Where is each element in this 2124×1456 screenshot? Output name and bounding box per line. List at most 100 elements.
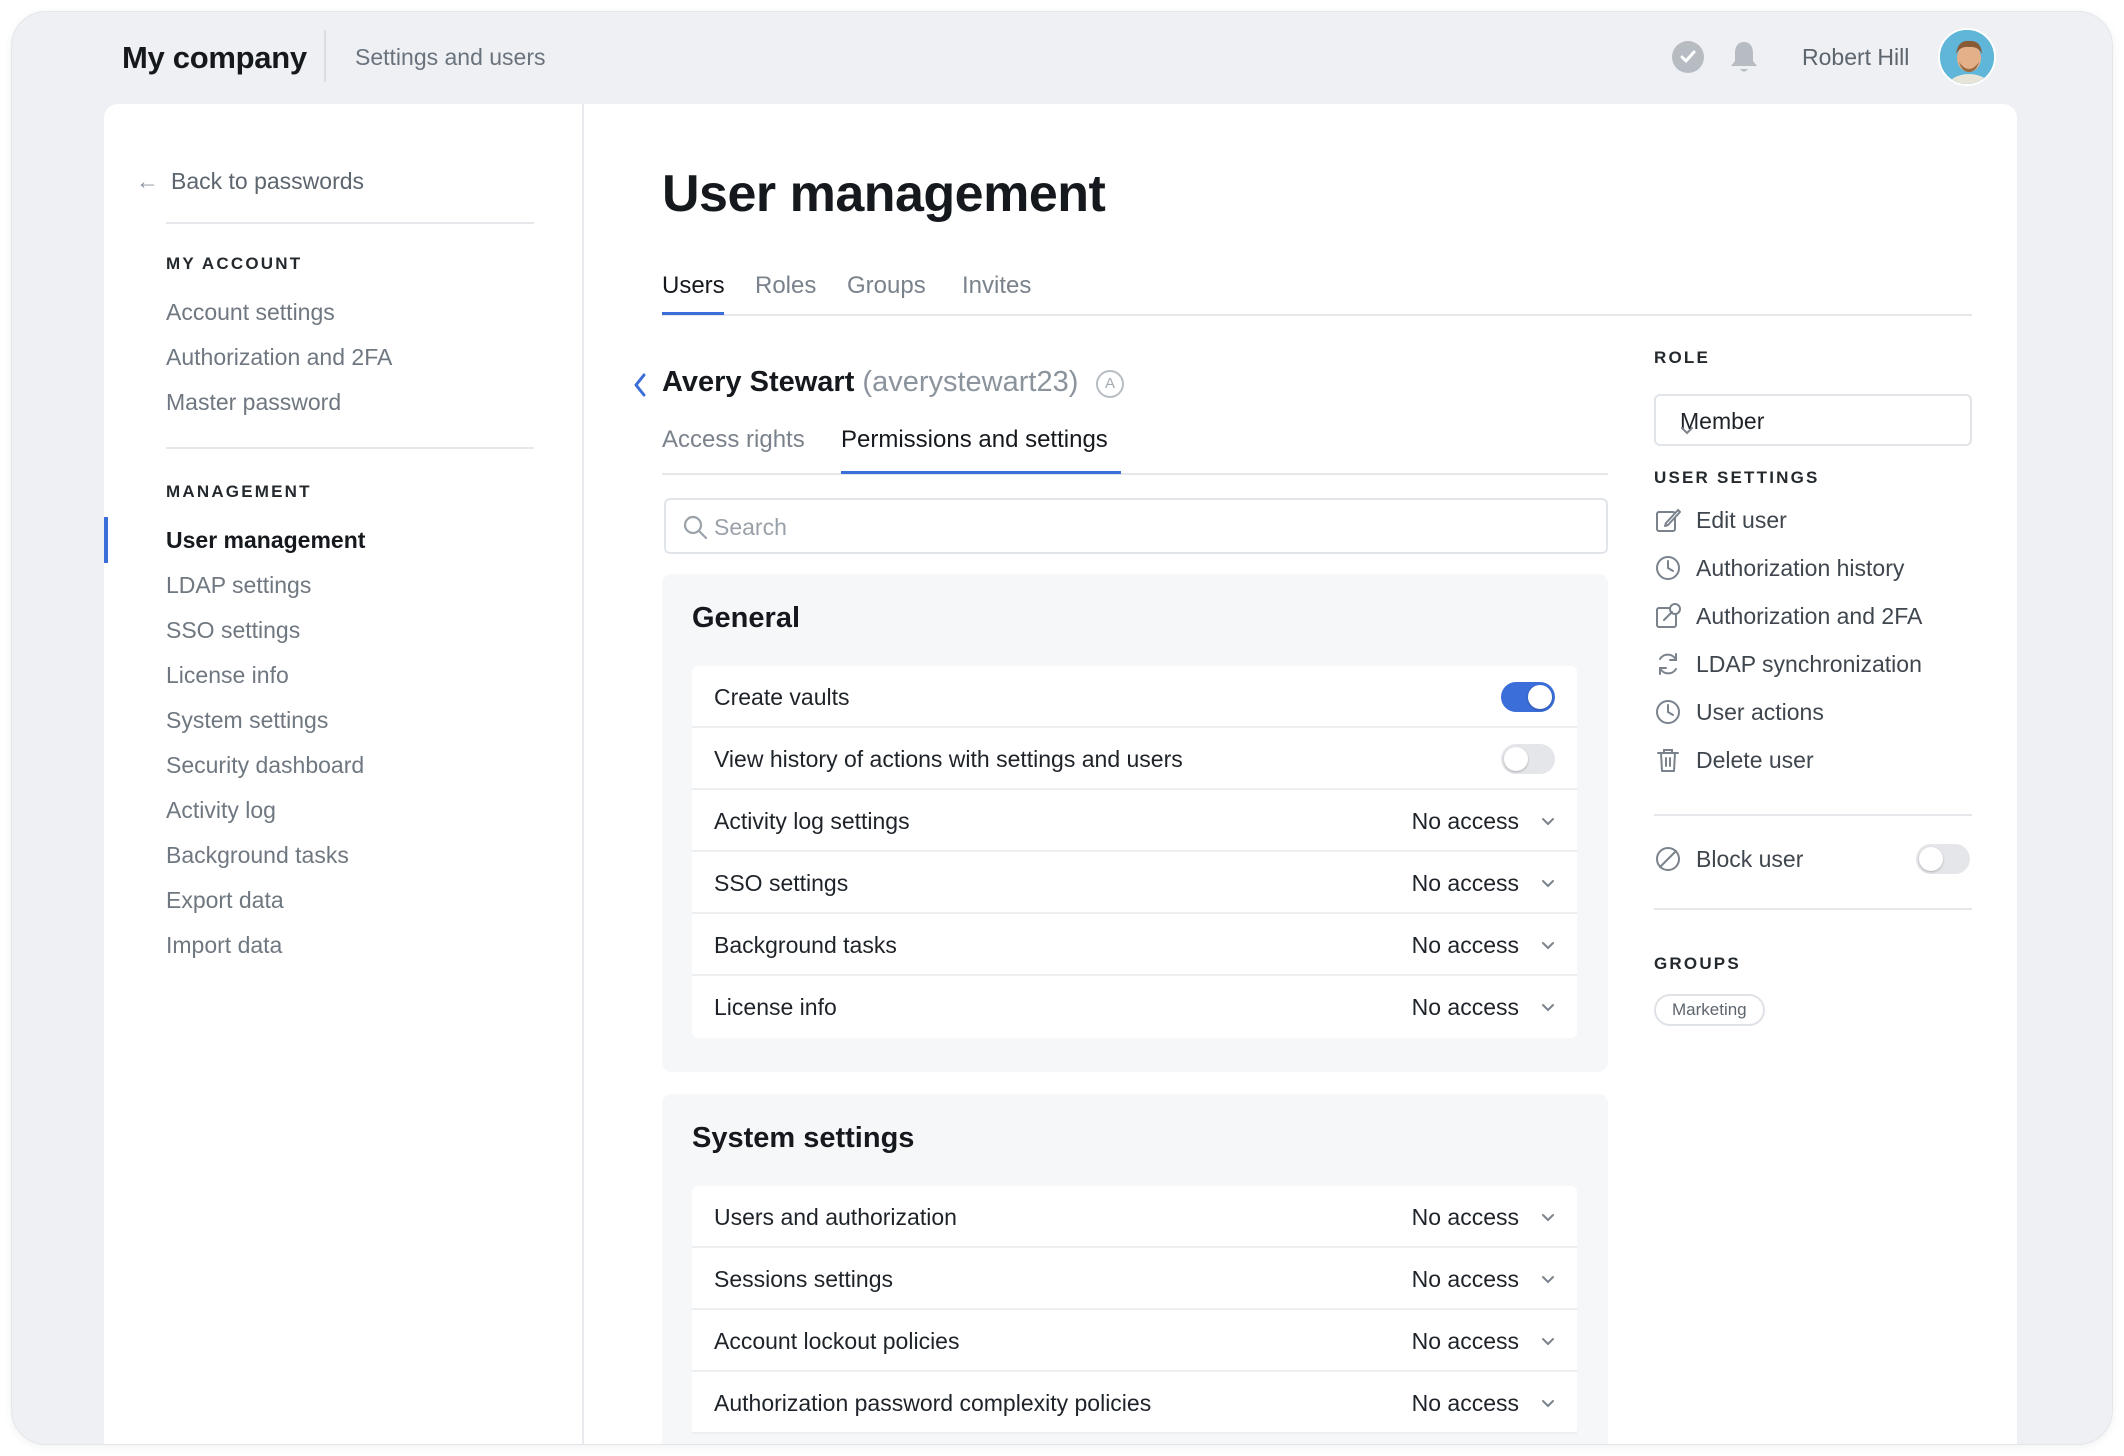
sidebar-item-background-tasks[interactable]: Background tasks [166, 842, 349, 869]
sidebar-item-master-password[interactable]: Master password [166, 389, 341, 416]
permission-value[interactable]: No access [1412, 1390, 1519, 1417]
permission-label: Account lockout policies [714, 1328, 960, 1354]
permission-value[interactable]: No access [1412, 1266, 1519, 1293]
right-divider [1654, 908, 1972, 910]
create-vaults-toggle[interactable] [1501, 682, 1555, 712]
sidebar-item-sso-settings[interactable]: SSO settings [166, 617, 300, 644]
sidebar-item-system-settings[interactable]: System settings [166, 707, 328, 734]
permission-row[interactable]: SSO settings No access [692, 852, 1577, 914]
permission-value[interactable]: No access [1412, 994, 1519, 1021]
content-card: ← Back to passwords MY ACCOUNT Account s… [104, 104, 2017, 1444]
management-title: MANAGEMENT [166, 482, 312, 501]
sidebar-item-export-data[interactable]: Export data [166, 887, 284, 914]
delete-user-label: Delete user [1696, 746, 1814, 773]
user-name[interactable]: Robert Hill [1802, 44, 1909, 71]
permission-row[interactable]: Background tasks No access [692, 914, 1577, 976]
search-icon [682, 514, 708, 545]
permission-label: View history of actions with settings an… [714, 746, 1183, 772]
search-input[interactable] [714, 510, 1584, 544]
permission-row[interactable]: Sessions settings No access [692, 1248, 1577, 1310]
admin-badge-icon: A [1096, 370, 1124, 398]
ldap-sync-label: LDAP synchronization [1696, 650, 1922, 677]
permission-row[interactable]: Authorization password complexity polici… [692, 1372, 1577, 1434]
subtab-permissions-settings[interactable]: Permissions and settings [841, 426, 1108, 454]
permission-value[interactable]: No access [1412, 932, 1519, 959]
arrow-left-icon: ← [136, 168, 159, 194]
permission-label: Authorization password complexity polici… [714, 1390, 1152, 1416]
role-select[interactable]: Member [1654, 394, 1972, 446]
chevron-down-icon[interactable] [1541, 1396, 1555, 1414]
sidebar-item-ldap-settings[interactable]: LDAP settings [166, 572, 311, 599]
clock-icon [1656, 556, 1680, 580]
subtab-access-rights[interactable]: Access rights [662, 426, 805, 454]
system-rows: Users and authorization No access Sessio… [692, 1186, 1577, 1434]
permission-label: Create vaults [714, 684, 850, 710]
sidebar-item-authorization-2fa[interactable]: Authorization and 2FA [166, 344, 392, 371]
permission-value[interactable]: No access [1412, 808, 1519, 835]
sidebar-item-activity-log[interactable]: Activity log [166, 797, 276, 824]
permission-row: Create vaults [692, 666, 1577, 728]
sidebar-item-security-dashboard[interactable]: Security dashboard [166, 752, 364, 779]
sidebar-item-user-management[interactable]: User management [166, 527, 365, 554]
role-title: ROLE [1654, 348, 1711, 367]
user-settings-title: USER SETTINGS [1654, 468, 1820, 487]
company-name[interactable]: My company [122, 40, 307, 76]
delete-user-link[interactable]: Delete user [1654, 742, 1814, 778]
sidebar: ← Back to passwords MY ACCOUNT Account s… [104, 104, 584, 1444]
user-actions-label: User actions [1696, 698, 1824, 725]
authorization-2fa-label: Authorization and 2FA [1696, 602, 1923, 629]
bell-icon[interactable] [1728, 39, 1760, 75]
block-user-toggle[interactable] [1916, 844, 1970, 874]
tab-invites[interactable]: Invites [962, 272, 1031, 300]
authorization-history-label: Authorization history [1696, 554, 1905, 581]
chevron-down-icon[interactable] [1541, 876, 1555, 894]
sidebar-divider [166, 222, 534, 224]
permission-label: License info [714, 994, 837, 1020]
block-user-label: Block user [1696, 845, 1804, 872]
system-settings-title: System settings [692, 1122, 915, 1154]
subtab-active-underline [841, 471, 1121, 474]
sidebar-item-license-info[interactable]: License info [166, 662, 289, 689]
system-settings-panel: System settings Users and authorization … [662, 1094, 1608, 1444]
back-to-passwords-link[interactable]: ← Back to passwords [136, 168, 364, 195]
chevron-down-icon[interactable] [1541, 814, 1555, 832]
avatar[interactable] [1938, 28, 1996, 86]
tab-roles[interactable]: Roles [755, 272, 816, 300]
edit-user-link[interactable]: Edit user [1654, 502, 1787, 538]
toggle-knob [1919, 847, 1943, 871]
back-label: Back to passwords [171, 168, 365, 194]
chevron-down-icon[interactable] [1541, 1000, 1555, 1018]
top-bar: My company Settings and users Robert Hil… [12, 12, 2112, 104]
sidebar-item-import-data[interactable]: Import data [166, 932, 282, 959]
permission-label: Users and authorization [714, 1204, 957, 1230]
view-history-toggle[interactable] [1501, 744, 1555, 774]
external-link-icon [1656, 603, 1681, 628]
user-actions-link[interactable]: User actions [1654, 694, 1824, 730]
tab-groups[interactable]: Groups [847, 272, 926, 300]
chevron-down-icon[interactable] [1541, 1210, 1555, 1228]
sidebar-item-account-settings[interactable]: Account settings [166, 299, 335, 326]
tab-users[interactable]: Users [662, 272, 725, 300]
permission-label: Sessions settings [714, 1266, 893, 1292]
toggle-knob [1504, 747, 1528, 771]
chevron-down-icon[interactable] [1541, 1334, 1555, 1352]
clock-icon [1656, 700, 1680, 724]
permission-row[interactable]: Activity log settings No access [692, 790, 1577, 852]
general-panel: General Create vaults View history of ac… [662, 574, 1608, 1072]
authorization-history-link[interactable]: Authorization history [1654, 550, 1904, 586]
group-chip[interactable]: Marketing [1654, 994, 1765, 1026]
user-heading: Avery Stewart (averystewart23) [662, 366, 1078, 399]
chevron-down-icon[interactable] [1541, 938, 1555, 956]
authorization-2fa-link[interactable]: Authorization and 2FA [1654, 598, 1922, 634]
check-circle-icon[interactable] [1672, 41, 1704, 73]
permission-row[interactable]: Users and authorization No access [692, 1186, 1577, 1248]
permission-value[interactable]: No access [1412, 1328, 1519, 1355]
chevron-left-icon[interactable] [632, 372, 648, 403]
ldap-sync-link[interactable]: LDAP synchronization [1654, 646, 1922, 682]
permission-value[interactable]: No access [1412, 870, 1519, 897]
permission-value[interactable]: No access [1412, 1204, 1519, 1231]
chevron-down-icon[interactable] [1541, 1272, 1555, 1290]
permission-row[interactable]: License info No access [692, 976, 1577, 1038]
permission-label: Background tasks [714, 932, 897, 958]
permission-row[interactable]: Account lockout policies No access [692, 1310, 1577, 1372]
